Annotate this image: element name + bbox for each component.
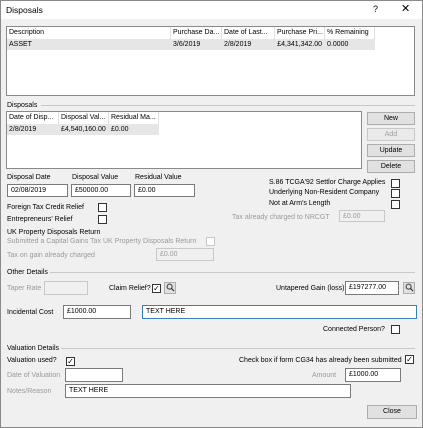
asset-description-cell: ASSET — [9, 41, 32, 48]
s86-checkbox[interactable] — [391, 179, 400, 188]
underlying-nonresident-checkbox[interactable] — [391, 189, 400, 198]
underlying-nonresident-label: Underlying Non-Resident Company — [269, 189, 380, 196]
s86-label: S.86 TCGA'92 Settlor Charge Applies — [269, 179, 386, 186]
valuation-divider — [61, 348, 415, 349]
claim-relief-label: Claim Relief? — [109, 285, 151, 292]
cg34-checkbox[interactable]: ✓ — [405, 355, 414, 364]
date-of-valuation-field[interactable] — [65, 368, 123, 382]
disposal-date-label: Disposal Date — [7, 174, 51, 181]
residual-value-field[interactable]: £0.00 — [134, 184, 195, 197]
untapered-gain-field[interactable]: £197277.00 — [345, 281, 399, 295]
taper-rate-label: Taper Rate — [7, 285, 42, 292]
connected-person-checkbox[interactable] — [391, 325, 400, 334]
asset-col-remaining[interactable]: % Remaining — [325, 27, 375, 39]
incidental-notes-field[interactable]: TEXT HERE — [142, 305, 417, 319]
claim-relief-search-icon[interactable] — [164, 282, 176, 294]
disp-col-date[interactable]: Date of Disp... — [7, 112, 59, 124]
disp-col-value[interactable]: Disposal Val... — [59, 112, 109, 124]
asset-col-description[interactable]: Description — [7, 27, 171, 39]
disposal-value-field[interactable]: £50000.00 — [71, 184, 131, 197]
arms-length-checkbox[interactable] — [391, 200, 400, 209]
claim-relief-checkbox[interactable]: ✓ — [152, 284, 161, 293]
window-title: Disposals — [6, 5, 43, 15]
valuation-used-label: Valuation used? — [7, 357, 57, 364]
add-button[interactable]: Add — [367, 128, 415, 141]
incidental-cost-field[interactable]: £1000.00 — [63, 305, 131, 319]
cg34-label: Check box if form CG34 has already been … — [239, 357, 402, 364]
incidental-cost-label: Incidental Cost — [7, 309, 54, 316]
tax-charged-label: Tax on gain already charged — [7, 252, 95, 259]
asset-col-purchase-price[interactable]: Purchase Pri... — [275, 27, 325, 39]
untapered-gain-label: Untapered Gain (loss) — [276, 285, 345, 292]
disposals-dialog: Disposals ? ✕ Description Purchase Da...… — [0, 0, 423, 428]
uk-property-section-title: UK Property Disposals Return — [7, 229, 101, 236]
disposal-value-label: Disposal Value — [72, 174, 119, 181]
notes-reason-label: Notes/Reason — [7, 388, 52, 395]
foreign-tax-credit-label: Foreign Tax Credit Relief — [7, 204, 84, 211]
valuation-used-checkbox[interactable]: ✓ — [66, 357, 75, 366]
submitted-return-checkbox[interactable] — [206, 237, 215, 246]
asset-grid[interactable]: Description Purchase Da... Date of Last.… — [6, 26, 415, 96]
new-button[interactable]: New — [367, 112, 415, 125]
close-icon[interactable]: ✕ — [401, 2, 410, 15]
disposals-grid[interactable]: Date of Disp... Disposal Val... Residual… — [6, 111, 362, 169]
asset-col-purchase-date[interactable]: Purchase Da... — [171, 27, 222, 39]
disposal-date-field[interactable]: 02/08/2019 — [7, 184, 68, 197]
entrepreneurs-relief-label: Entrepreneurs' Relief — [7, 216, 73, 223]
valuation-section-title: Valuation Details — [7, 345, 60, 352]
asset-remaining-cell: 0.0000 — [327, 41, 349, 48]
asset-date-of-last-cell: 2/8/2019 — [224, 41, 252, 48]
asset-col-date-of-last[interactable]: Date of Last... — [222, 27, 275, 39]
entrepreneurs-relief-checkbox[interactable] — [98, 215, 107, 224]
delete-button[interactable]: Delete — [367, 160, 415, 173]
asset-purchase-date-cell: 3/6/2019 — [173, 41, 201, 48]
connected-person-label: Connected Person? — [323, 326, 385, 333]
nrcgt-field[interactable]: £0.00 — [339, 210, 385, 222]
date-of-valuation-label: Date of Valuation — [7, 372, 61, 379]
title-bar: Disposals ? ✕ — [1, 1, 422, 19]
disp-residual-cell: £0.00 — [111, 126, 129, 133]
foreign-tax-credit-checkbox[interactable] — [98, 203, 107, 212]
other-details-section-title: Other Details — [7, 269, 48, 276]
asset-purchase-price-cell: £4,341,342.00 — [277, 41, 322, 48]
untapered-gain-search-icon[interactable] — [403, 282, 415, 294]
close-button[interactable]: Close — [367, 405, 417, 419]
residual-value-label: Residual Value — [135, 174, 182, 181]
submitted-return-label: Submitted a Capital Gains Tax UK Propert… — [7, 238, 197, 245]
help-icon[interactable]: ? — [373, 4, 378, 14]
tax-charged-field[interactable]: £0.00 — [156, 248, 214, 261]
disp-col-residual[interactable]: Residual Ma... — [109, 112, 159, 124]
disposals-divider — [41, 105, 415, 106]
disp-date-cell: 2/8/2019 — [9, 126, 37, 133]
other-details-divider — [50, 272, 415, 273]
taper-rate-field[interactable] — [44, 281, 88, 295]
notes-reason-field[interactable]: TEXT HERE — [65, 384, 351, 398]
amount-field[interactable]: £1000.00 — [345, 368, 401, 382]
disp-value-cell: £4,540,160.00 — [61, 126, 106, 133]
arms-length-label: Not at Arm's Length — [269, 200, 331, 207]
amount-label: Amount — [312, 372, 337, 379]
disposals-section-title: Disposals — [7, 102, 38, 109]
update-button[interactable]: Update — [367, 144, 415, 157]
nrcgt-label: Tax already charged to NRCGT — [232, 214, 330, 221]
